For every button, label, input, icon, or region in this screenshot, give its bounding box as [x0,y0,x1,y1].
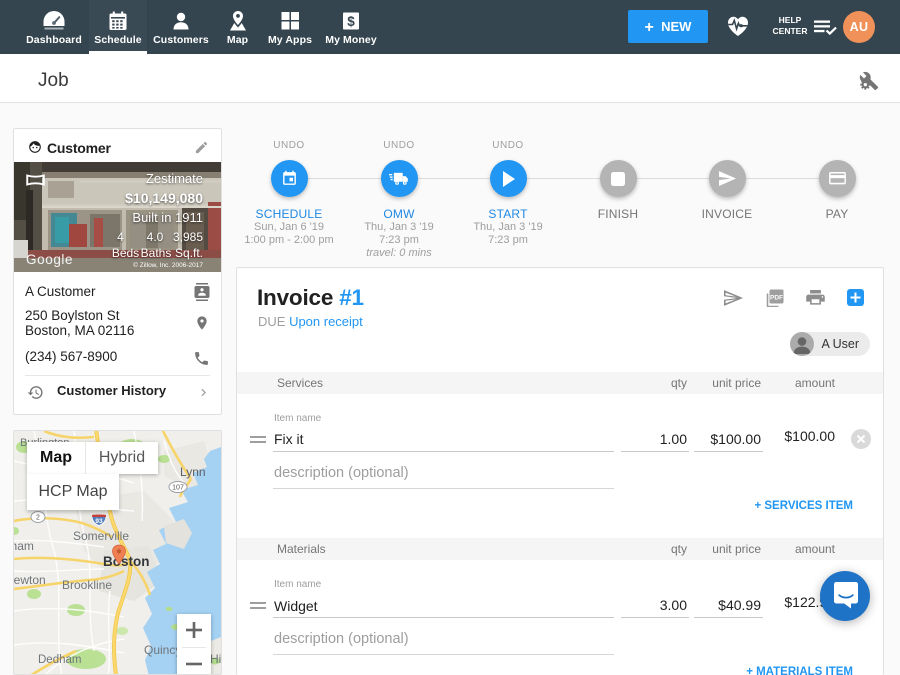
svg-text:2: 2 [36,515,40,522]
svg-text:Quincy: Quincy [144,643,181,657]
svg-text:Boston: Boston [103,554,150,569]
svg-text:Lynn: Lynn [180,465,206,479]
svg-text:Waltham: Waltham [14,539,34,553]
svg-text:Somerville: Somerville [73,529,129,543]
svg-text:Brookline: Brookline [62,578,112,592]
svg-text:$: $ [347,14,355,29]
svg-text:107: 107 [172,485,184,492]
svg-text:93: 93 [95,518,103,525]
svg-text:Dedham: Dedham [38,654,81,666]
svg-text:PDF: PDF [770,294,783,301]
svg-text:Newton: Newton [14,573,46,587]
svg-text:Hingham: Hingham [210,652,221,666]
